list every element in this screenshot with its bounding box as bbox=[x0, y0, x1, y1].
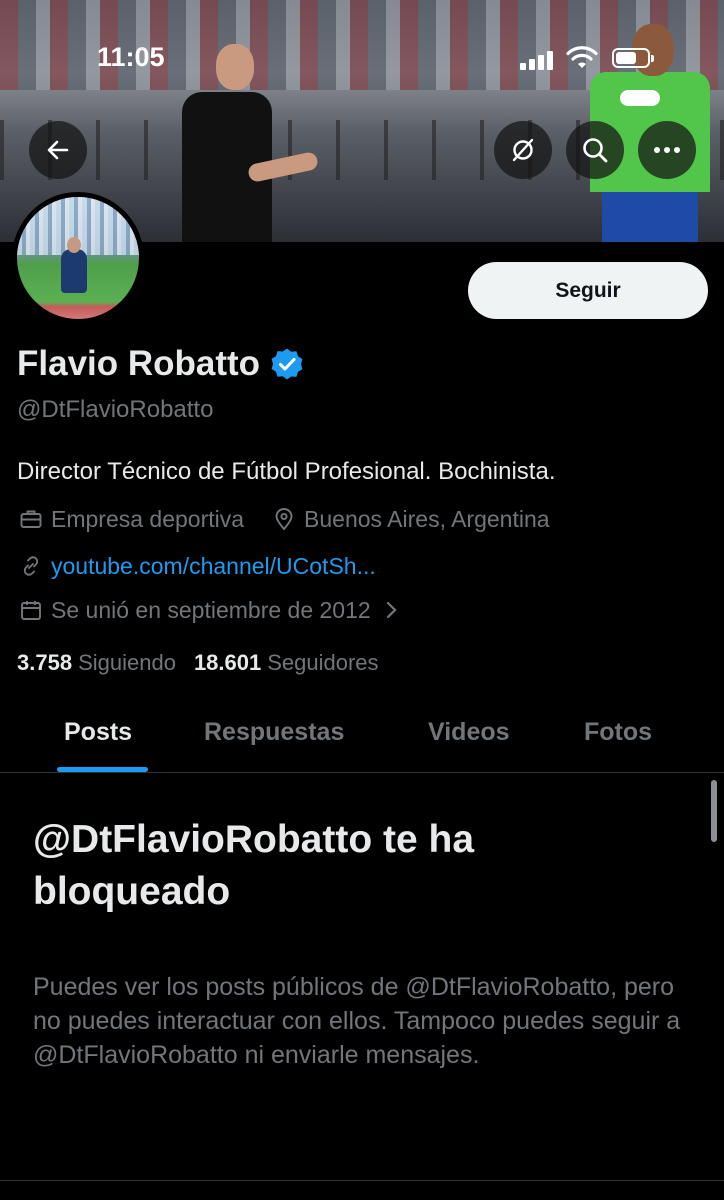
profile-handle: @DtFlavioRobatto bbox=[17, 396, 214, 423]
avatar-photo bbox=[17, 197, 139, 319]
profile-category: Empresa deportiva bbox=[51, 505, 245, 532]
tab-videos[interactable]: Videos bbox=[428, 718, 510, 747]
profile-location: Buenos Aires, Argentina bbox=[304, 505, 550, 532]
verified-badge-icon[interactable] bbox=[270, 347, 304, 381]
divider bbox=[0, 1180, 724, 1181]
followers-count-link[interactable]: 18.601 Seguidores bbox=[194, 650, 379, 676]
profile-avatar[interactable] bbox=[12, 192, 144, 324]
status-bar: 11:05 bbox=[0, 42, 724, 78]
more-options-button[interactable] bbox=[638, 121, 696, 179]
battery-icon bbox=[612, 48, 654, 68]
profile-name-row: Flavio Robatto bbox=[17, 344, 304, 384]
active-tab-indicator bbox=[57, 767, 148, 772]
scrollbar[interactable] bbox=[711, 780, 717, 842]
blocked-description: Puedes ver los posts públicos de @DtFlav… bbox=[33, 973, 681, 1069]
arrow-left-icon bbox=[47, 140, 69, 160]
calendar-icon bbox=[17, 596, 45, 624]
location-pin-icon bbox=[270, 505, 298, 533]
follow-counts: 3.758 Siguiendo 18.601 Seguidores bbox=[17, 650, 379, 676]
search-icon bbox=[583, 138, 608, 163]
link-icon bbox=[17, 552, 45, 580]
profile-tabs: Posts Respuestas Videos Fotos bbox=[0, 700, 724, 773]
profile-name: Flavio Robatto bbox=[17, 344, 261, 383]
follow-button[interactable]: Seguir bbox=[468, 262, 708, 319]
wifi-icon bbox=[566, 46, 598, 68]
tab-posts[interactable]: Posts bbox=[64, 718, 132, 747]
briefcase-icon bbox=[17, 505, 45, 533]
cellular-signal-icon bbox=[520, 50, 556, 70]
sync-off-button[interactable] bbox=[494, 121, 552, 179]
more-icon bbox=[654, 147, 680, 153]
profile-website-row[interactable]: youtube.com/channel/UCotSh... bbox=[17, 552, 376, 580]
chevron-right-icon bbox=[377, 596, 405, 624]
profile-joined: Se unió en septiembre de 2012 bbox=[51, 596, 371, 623]
profile-joined-row[interactable]: Se unió en septiembre de 2012 bbox=[17, 596, 411, 624]
search-button[interactable] bbox=[566, 121, 624, 179]
sync-off-icon bbox=[512, 138, 534, 162]
blocked-title: @DtFlavioRobatto te ha bloqueado bbox=[33, 818, 475, 913]
profile-meta-row: Empresa deportiva Buenos Aires, Argentin… bbox=[17, 505, 550, 533]
following-count-link[interactable]: 3.758 Siguiendo bbox=[17, 650, 176, 676]
status-time: 11:05 bbox=[97, 42, 165, 72]
tab-respuestas[interactable]: Respuestas bbox=[204, 718, 344, 747]
profile-bio: Director Técnico de Fútbol Profesional. … bbox=[17, 458, 556, 485]
tab-fotos[interactable]: Fotos bbox=[584, 718, 652, 747]
back-button[interactable] bbox=[29, 121, 87, 179]
profile-website-link[interactable]: youtube.com/channel/UCotSh... bbox=[51, 553, 376, 580]
